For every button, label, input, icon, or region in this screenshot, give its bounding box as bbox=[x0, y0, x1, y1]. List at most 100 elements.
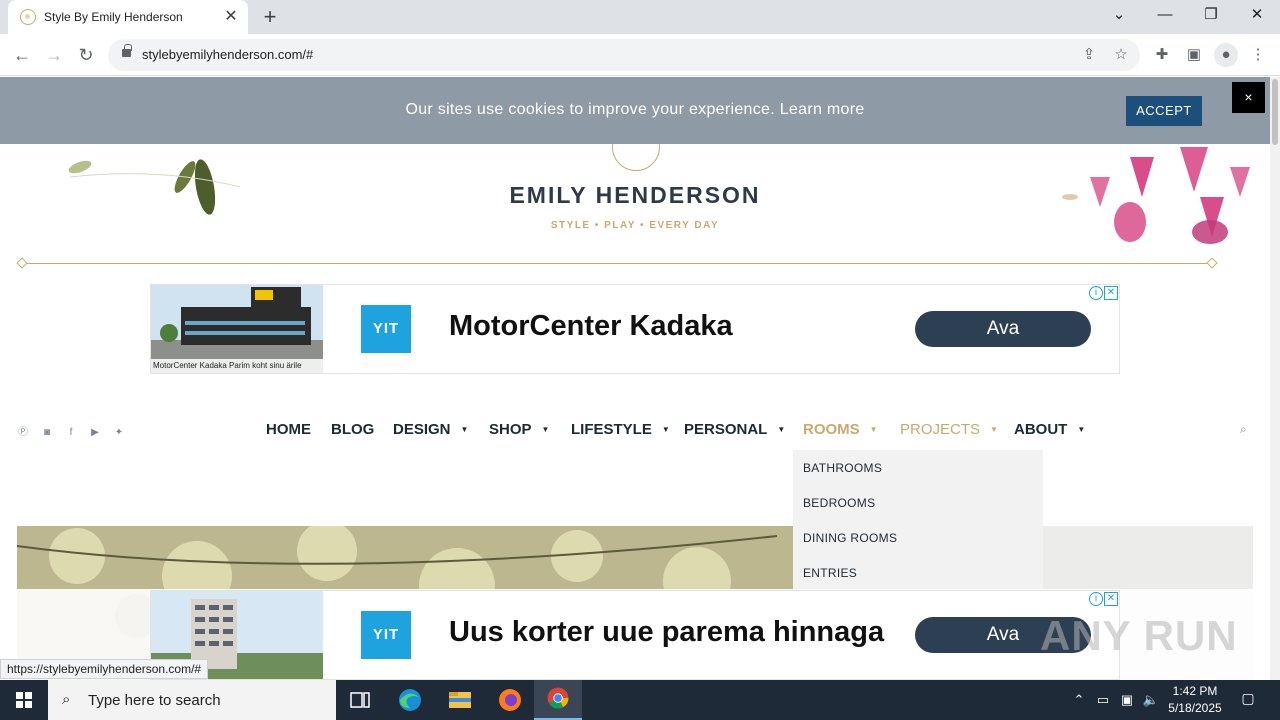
windows-start-icon[interactable] bbox=[0, 680, 48, 720]
close-tab-icon[interactable]: ✕ bbox=[222, 8, 240, 26]
nav-rooms-label: ROOMS bbox=[803, 421, 860, 438]
minimize-button[interactable]: — bbox=[1142, 0, 1188, 30]
divider-diamond-right bbox=[1206, 257, 1218, 269]
ad-image-caption: MotorCenter Kadaka Parim koht sinu ärile bbox=[151, 359, 323, 373]
cookie-banner: Our sites use cookies to improve your ex… bbox=[0, 77, 1270, 144]
nav-about[interactable]: ABOUT ▼ bbox=[1014, 421, 1085, 438]
back-button[interactable]: ← bbox=[10, 43, 34, 67]
nav-shop[interactable]: SHOP ▼ bbox=[489, 421, 549, 438]
search-icon: ⌕ bbox=[62, 691, 71, 708]
ad-close-icon[interactable]: ✕ bbox=[1104, 286, 1118, 300]
nav-lifestyle-label: LIFESTYLE bbox=[571, 421, 652, 438]
extensions-icon[interactable]: ✚ bbox=[1150, 43, 1174, 67]
forward-button[interactable]: → bbox=[42, 43, 66, 67]
dropdown-item-dining-rooms[interactable]: DINING ROOMS bbox=[803, 531, 897, 545]
caret-down-icon: ▼ bbox=[777, 425, 786, 434]
ad-banner-top[interactable]: MotorCenter Kadaka Parim koht sinu ärile… bbox=[150, 284, 1120, 374]
nav-projects[interactable]: PROJECTS ▼ bbox=[900, 421, 998, 438]
nav-blog-label: BLOG bbox=[331, 421, 375, 438]
site-favicon-icon bbox=[20, 9, 36, 25]
tray-overflow-chevron-icon[interactable]: ⌃ bbox=[1070, 690, 1088, 710]
page-scrollbar[interactable] bbox=[1270, 77, 1280, 680]
cookie-message[interactable]: Our sites use cookies to improve your ex… bbox=[0, 101, 1270, 119]
dropdown-item-entries[interactable]: ENTRIES bbox=[803, 566, 857, 580]
task-view-icon[interactable] bbox=[336, 680, 384, 720]
caret-down-icon: ▼ bbox=[869, 425, 878, 434]
bookmark-star-icon[interactable]: ☆ bbox=[1110, 44, 1132, 66]
volume-icon[interactable]: 🔈 bbox=[1142, 690, 1160, 710]
firefox-icon[interactable] bbox=[486, 680, 534, 720]
nav-design-label: DESIGN bbox=[393, 421, 451, 438]
edge-browser-icon[interactable] bbox=[386, 680, 434, 720]
clock-time: 1:42 PM bbox=[1172, 684, 1218, 698]
dropdown-item-bedrooms[interactable]: BEDROOMS bbox=[803, 496, 875, 510]
ad-info-icon[interactable]: i bbox=[1089, 286, 1103, 300]
cookie-close-icon[interactable]: × bbox=[1232, 82, 1265, 113]
dropdown-item-bathrooms[interactable]: BATHROOMS bbox=[803, 461, 882, 475]
taskbar-search-placeholder: Type here to search bbox=[88, 692, 221, 709]
caret-down-icon: ▼ bbox=[661, 425, 670, 434]
nav-home[interactable]: HOME bbox=[266, 421, 311, 438]
caret-down-icon: ▼ bbox=[990, 425, 998, 434]
yit-logo: YIT bbox=[361, 305, 411, 353]
page-viewport: EMILY HENDERSON STYLE • PLAY • EVERY DAY… bbox=[0, 77, 1270, 680]
profile-avatar-icon[interactable]: ● bbox=[1214, 43, 1238, 67]
tab-strip: Style By Emily Henderson ✕ + ⌄ — ❐ ✕ bbox=[0, 0, 1280, 34]
nav-lifestyle[interactable]: LIFESTYLE ▼ bbox=[571, 421, 670, 438]
header-divider bbox=[22, 263, 1212, 264]
restore-button[interactable]: ❐ bbox=[1188, 0, 1234, 30]
network-icon[interactable]: ▣ bbox=[1118, 690, 1136, 710]
side-panel-icon[interactable]: ▣ bbox=[1182, 43, 1206, 67]
ad-banner-bottom[interactable]: YIT Uus korter uue parema hinnaga Ava i … bbox=[150, 590, 1120, 680]
nav-projects-label: PROJECTS bbox=[900, 421, 981, 438]
browser-toolbar: ← → ↻ stylebyemilyhenderson.com/# ⇪ ☆ ✚ … bbox=[0, 34, 1280, 76]
ad-headline[interactable]: Uus korter uue parema hinnaga bbox=[449, 616, 884, 649]
facebook-icon[interactable]: f bbox=[64, 426, 78, 440]
ad-info-icon[interactable]: i bbox=[1089, 592, 1103, 606]
caret-down-icon: ▼ bbox=[1077, 425, 1086, 434]
ad-headline[interactable]: MotorCenter Kadaka bbox=[449, 310, 733, 343]
site-search-icon[interactable]: ⌕ bbox=[1240, 422, 1254, 436]
ad-close-icon[interactable]: ✕ bbox=[1104, 592, 1118, 606]
menu-kebab-icon[interactable]: ⋮ bbox=[1246, 43, 1270, 67]
browser-tab[interactable]: Style By Emily Henderson ✕ bbox=[8, 0, 248, 34]
file-explorer-icon[interactable] bbox=[436, 680, 484, 720]
site-brand-logo[interactable]: EMILY HENDERSON bbox=[0, 182, 1270, 209]
share-icon[interactable]: ⇪ bbox=[1078, 44, 1100, 66]
twitter-icon[interactable]: ✦ bbox=[112, 426, 126, 440]
caret-down-icon: ▼ bbox=[541, 425, 550, 434]
nav-design[interactable]: DESIGN ▼ bbox=[393, 421, 468, 438]
address-bar[interactable]: stylebyemilyhenderson.com/# ⇪ ☆ bbox=[108, 39, 1140, 71]
reload-button[interactable]: ↻ bbox=[74, 43, 98, 67]
tab-title: Style By Emily Henderson bbox=[44, 10, 183, 24]
tray-device-icon[interactable]: ▭ bbox=[1094, 690, 1112, 710]
notification-center-icon[interactable]: ▢ bbox=[1238, 690, 1258, 710]
nav-blog[interactable]: BLOG bbox=[331, 421, 374, 438]
instagram-icon[interactable]: ◙ bbox=[40, 426, 54, 440]
nav-rooms[interactable]: ROOMS ▼ bbox=[803, 421, 878, 438]
cookie-accept-button[interactable]: ACCEPT bbox=[1126, 96, 1202, 126]
chrome-icon[interactable] bbox=[534, 680, 582, 720]
status-bar-url: https://stylebyemilyhenderson.com/# bbox=[0, 659, 209, 679]
clock-date: 5/18/2025 bbox=[1168, 701, 1222, 715]
nav-personal-label: PERSONAL bbox=[684, 421, 768, 438]
tab-search-chevron-icon[interactable]: ⌄ bbox=[1096, 0, 1142, 30]
taskbar-search-box[interactable]: ⌕ Type here to search bbox=[48, 680, 336, 720]
url-text[interactable]: stylebyemilyhenderson.com/# bbox=[142, 47, 313, 62]
lock-icon[interactable] bbox=[122, 44, 132, 57]
yit-logo: YIT bbox=[361, 611, 411, 659]
nav-shop-label: SHOP bbox=[489, 421, 532, 438]
close-window-button[interactable]: ✕ bbox=[1234, 0, 1280, 30]
divider-diamond-left bbox=[16, 257, 28, 269]
nav-personal[interactable]: PERSONAL ▼ bbox=[684, 421, 785, 438]
nav-about-label: ABOUT bbox=[1014, 421, 1068, 438]
anyrun-watermark: ANY RUN bbox=[1040, 612, 1238, 659]
new-tab-button[interactable]: + bbox=[258, 5, 282, 29]
scrollbar-thumb[interactable] bbox=[1272, 79, 1278, 145]
site-tagline: STYLE • PLAY • EVERY DAY bbox=[550, 220, 720, 231]
ad-cta-button[interactable]: Ava bbox=[915, 311, 1091, 347]
system-clock[interactable]: 1:42 PM 5/18/2025 bbox=[1160, 683, 1230, 717]
youtube-icon[interactable]: ▶ bbox=[88, 426, 102, 440]
rooms-dropdown-menu: BATHROOMS BEDROOMS DINING ROOMS ENTRIES bbox=[793, 450, 1043, 590]
pinterest-icon[interactable]: Ⓟ bbox=[16, 426, 30, 440]
